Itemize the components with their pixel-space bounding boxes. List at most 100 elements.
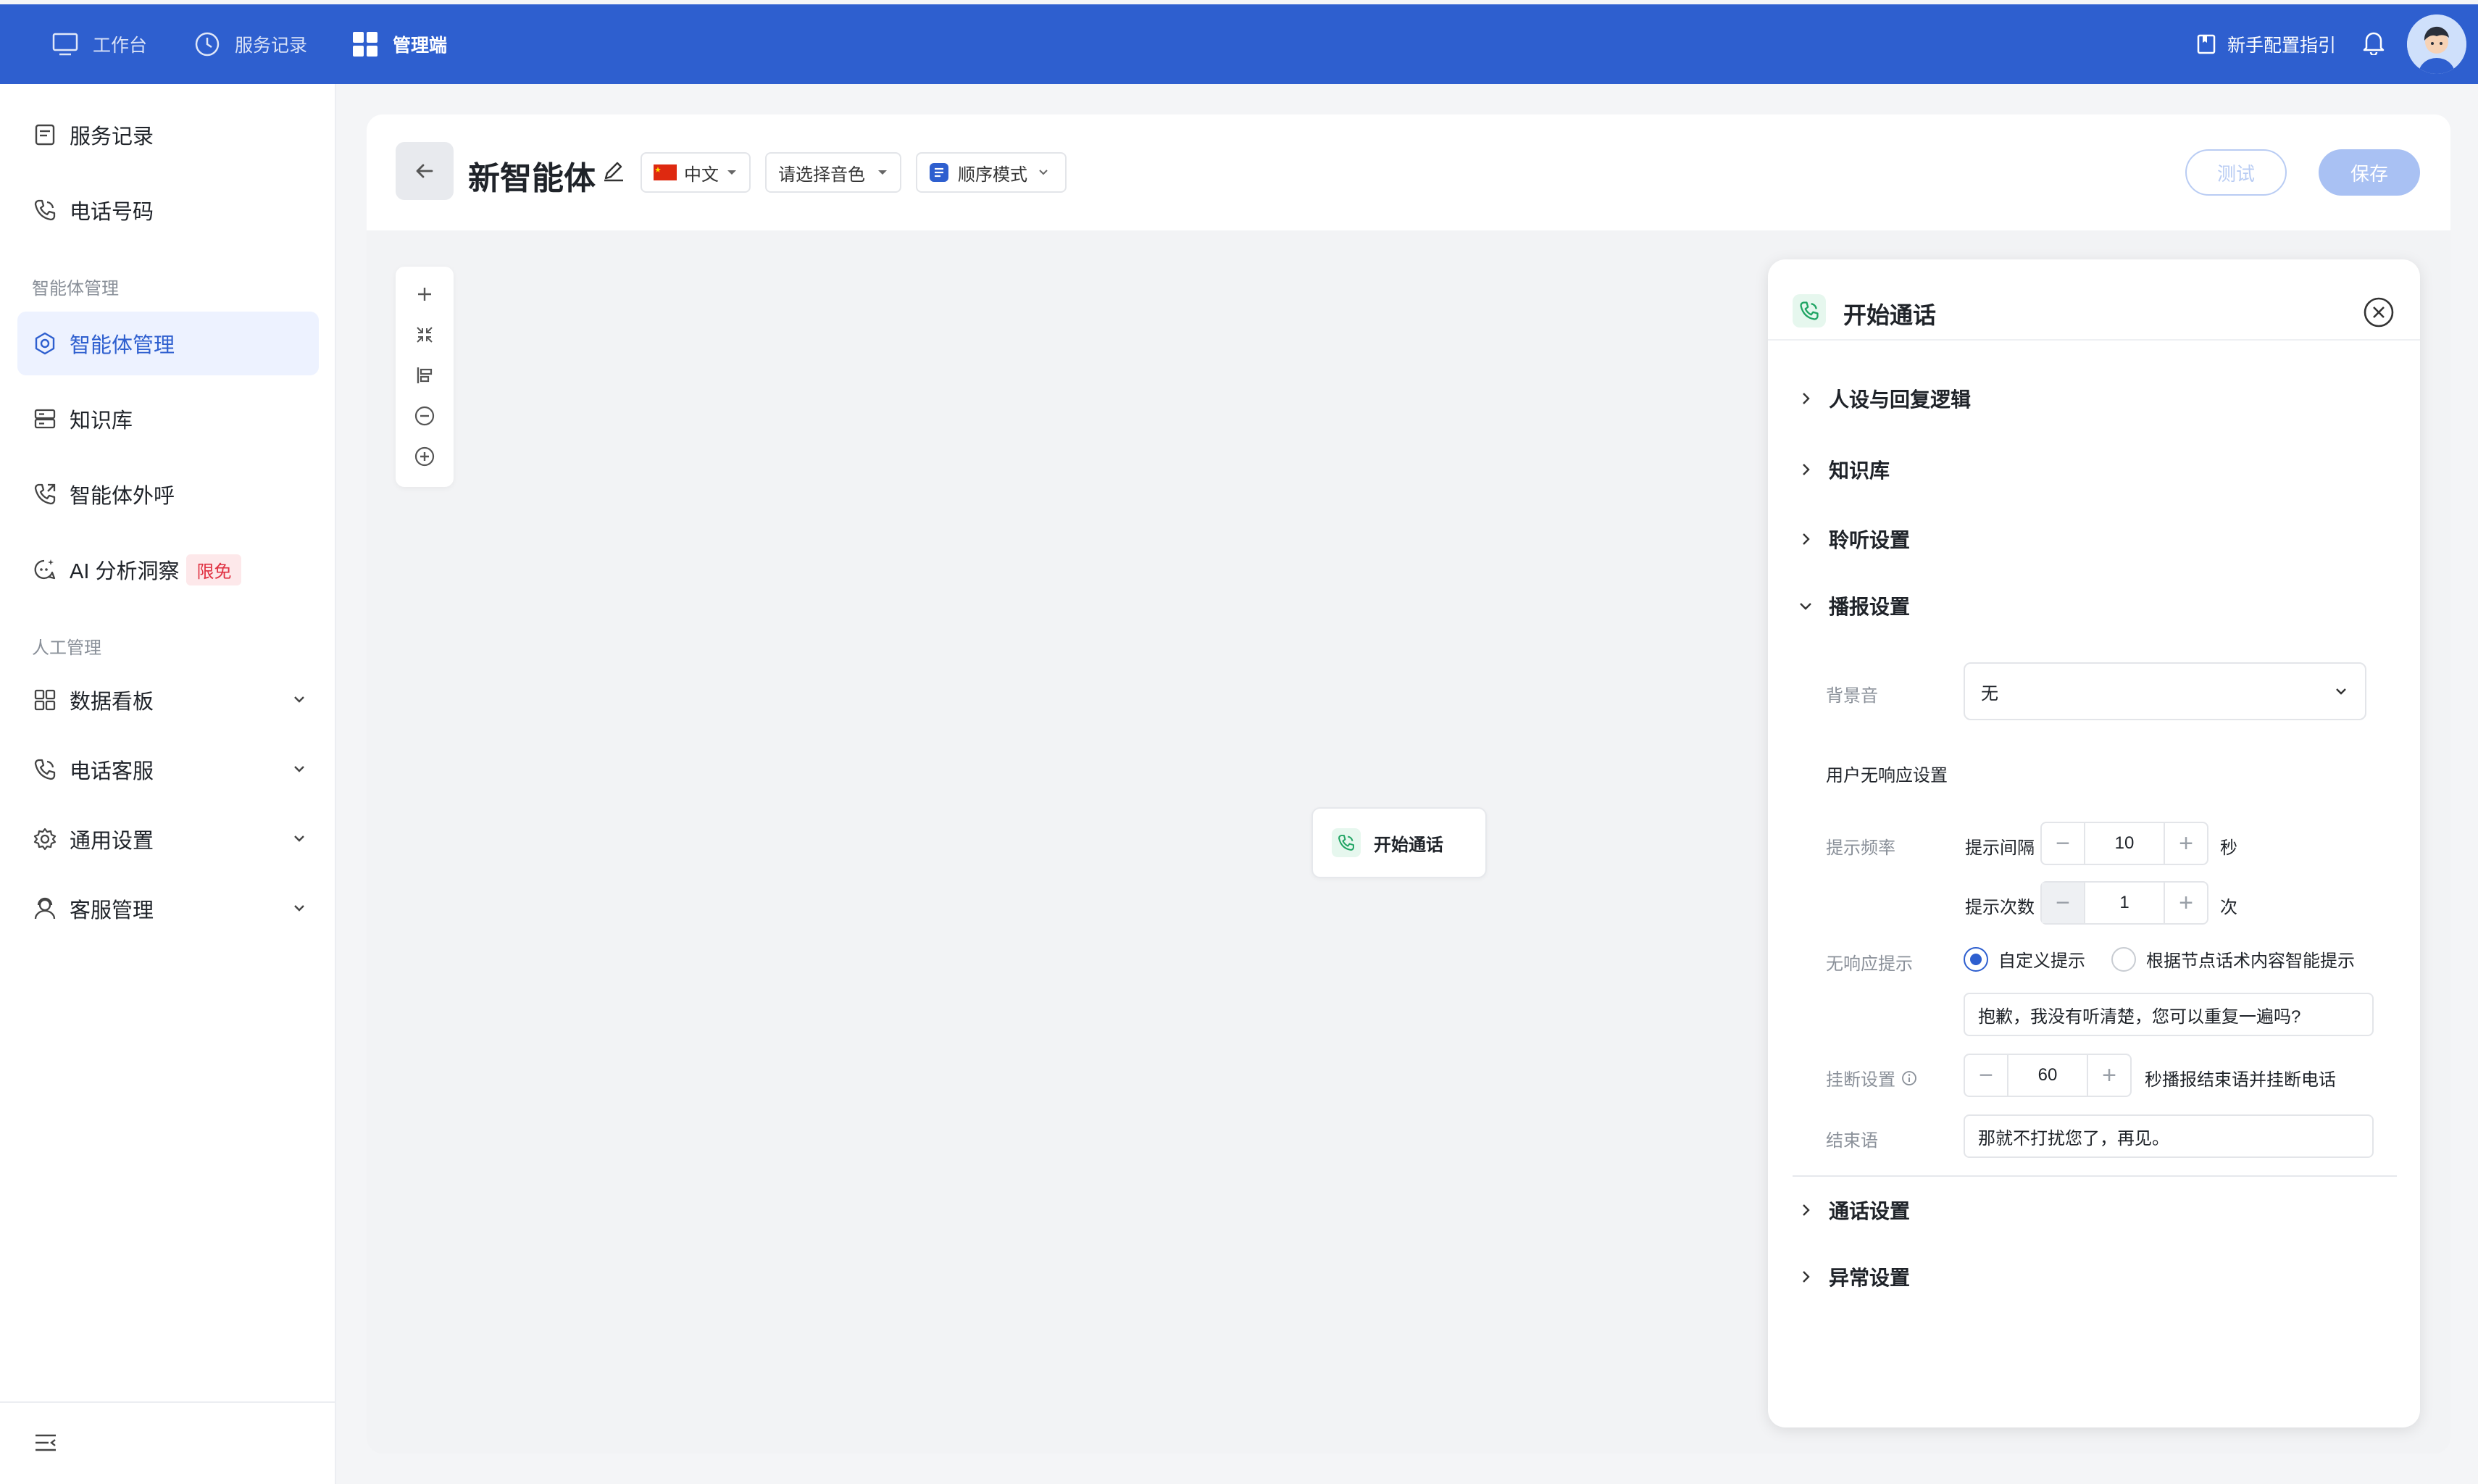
- topbar-item-service-records[interactable]: 服务记录: [193, 4, 307, 84]
- close-icon[interactable]: [2362, 296, 2395, 329]
- radio-smart[interactable]: 根据节点话术内容智能提示: [2111, 946, 2355, 972]
- add-node-icon[interactable]: [410, 280, 439, 309]
- section-listen[interactable]: 聆听设置: [1798, 517, 1910, 561]
- language-select[interactable]: 中文: [641, 152, 751, 193]
- clock-icon: [193, 30, 222, 59]
- fit-view-icon[interactable]: [410, 320, 439, 349]
- arrow-left-icon: [412, 159, 437, 183]
- grid-icon: [351, 30, 380, 59]
- sidebar-item-knowledge-base[interactable]: 知识库: [17, 387, 319, 451]
- panel-title: 开始通话: [1843, 302, 1937, 328]
- dashboard-icon: [32, 687, 58, 713]
- list-order-icon: [929, 162, 949, 183]
- chevron-right-icon: [1798, 1203, 1813, 1217]
- minus-button[interactable]: −: [2042, 883, 2084, 923]
- voice-select[interactable]: 请选择音色: [765, 152, 901, 193]
- bell-icon[interactable]: [2362, 29, 2385, 55]
- avatar[interactable]: [2407, 14, 2466, 74]
- document-icon: [32, 122, 58, 148]
- section-label: 通话设置: [1829, 1200, 1911, 1222]
- topbar-item-admin[interactable]: 管理端: [351, 4, 447, 84]
- ending-input[interactable]: 那就不打扰您了，再见。: [1964, 1114, 2374, 1158]
- chevron-down-icon: [1038, 168, 1049, 177]
- headset-user-icon: [32, 896, 58, 922]
- section-knowledge[interactable]: 知识库: [1798, 448, 1890, 491]
- section-label: 知识库: [1829, 459, 1890, 482]
- chevron-down-icon: [290, 829, 309, 848]
- section-exception[interactable]: 异常设置: [1798, 1255, 1910, 1298]
- free-badge: 限免: [186, 554, 242, 585]
- ai-chat-icon: [32, 556, 58, 583]
- sidebar-item-dashboard[interactable]: 数据看板: [17, 668, 319, 732]
- plus-button[interactable]: +: [2165, 823, 2207, 864]
- panel-section-divider: [1793, 1175, 2397, 1177]
- phone-icon: [32, 197, 58, 223]
- radio-button-checked[interactable]: [1964, 946, 1988, 972]
- hangup-stepper[interactable]: − 60 +: [1964, 1054, 2132, 1097]
- canvas-toolbox: [396, 267, 454, 487]
- section-call[interactable]: 通话设置: [1798, 1188, 1910, 1232]
- ending-label: 结束语: [1826, 1131, 1878, 1151]
- collapse-sidebar-icon[interactable]: [33, 1432, 58, 1454]
- sidebar-item-agent-staff[interactable]: 客服管理: [17, 877, 319, 941]
- radio-smart-label: 根据节点话术内容智能提示: [2146, 951, 2355, 971]
- section-persona[interactable]: 人设与回复逻辑: [1798, 377, 1971, 420]
- info-icon[interactable]: [1901, 1070, 1917, 1086]
- sidebar-item-label: 智能体管理: [70, 334, 175, 357]
- section-broadcast[interactable]: 播报设置: [1798, 584, 1910, 628]
- mode-select[interactable]: 顺序模式: [916, 152, 1067, 193]
- sidebar-item-label: 知识库: [70, 409, 133, 433]
- chevron-right-icon: [1798, 532, 1813, 546]
- database-icon: [32, 406, 58, 432]
- chevron-right-icon: [1798, 1270, 1813, 1284]
- new-user-guide-button[interactable]: 新手配置指引: [2195, 4, 2336, 84]
- no-response-prompt-input[interactable]: 抱歉，我没有听清楚，您可以重复一遍吗?: [1964, 993, 2374, 1036]
- sidebar-item-label: 电话号码: [70, 201, 154, 224]
- zoom-in-icon[interactable]: [410, 442, 439, 471]
- china-flag-icon: [654, 164, 677, 180]
- count-stepper[interactable]: − 1 +: [2040, 881, 2208, 925]
- interval-value[interactable]: 10: [2084, 823, 2165, 864]
- mode-value: 顺序模式: [958, 164, 1027, 185]
- node-label: 开始通话: [1374, 835, 1443, 855]
- sidebar-item-phone-numbers[interactable]: 电话号码: [17, 178, 319, 242]
- sidebar-item-ai-insights[interactable]: AI 分析洞察 限免: [17, 538, 319, 601]
- chevron-down-icon: [1798, 599, 1813, 613]
- chevron-down-icon: [290, 899, 309, 917]
- bg-sound-select[interactable]: 无: [1964, 662, 2366, 720]
- monitor-icon: [51, 30, 80, 59]
- sidebar-item-agent-outbound[interactable]: 智能体外呼: [17, 462, 319, 526]
- sidebar-item-label: 通用设置: [70, 830, 154, 853]
- radio-button[interactable]: [2111, 946, 2136, 972]
- minus-button[interactable]: −: [1965, 1055, 2007, 1096]
- sidebar-item-label: 电话客服: [70, 760, 154, 783]
- back-button[interactable]: [396, 142, 454, 200]
- test-button[interactable]: 测试: [2185, 149, 2287, 196]
- interval-stepper[interactable]: − 10 +: [2040, 822, 2208, 865]
- sidebar-group-manual-label: 人工管理: [32, 638, 101, 658]
- plus-button[interactable]: +: [2165, 883, 2207, 923]
- bg-sound-label: 背景音: [1826, 686, 1878, 706]
- sidebar-footer-divider: [0, 1401, 336, 1403]
- start-call-node[interactable]: 开始通话: [1311, 807, 1487, 878]
- edit-icon[interactable]: [601, 158, 626, 183]
- radio-custom[interactable]: 自定义提示: [1964, 946, 2085, 972]
- sidebar-item-agent-management[interactable]: 智能体管理: [17, 312, 319, 375]
- sidebar-item-general-settings[interactable]: 通用设置: [17, 807, 319, 871]
- sidebar-item-label: 数据看板: [70, 691, 154, 714]
- sidebar-item-phone-service[interactable]: 电话客服: [17, 738, 319, 801]
- bg-sound-value: 无: [1981, 683, 1998, 704]
- zoom-out-icon[interactable]: [410, 401, 439, 430]
- sidebar-item-label: AI 分析洞察: [70, 560, 180, 583]
- topbar-item-workbench[interactable]: 工作台: [51, 4, 147, 84]
- count-value[interactable]: 1: [2084, 883, 2165, 923]
- gear-icon: [32, 826, 58, 852]
- minus-button[interactable]: −: [2042, 823, 2084, 864]
- sidebar-item-service-records[interactable]: 服务记录: [17, 103, 319, 167]
- freq-label: 提示频率: [1826, 838, 1895, 858]
- align-left-icon[interactable]: [410, 361, 439, 390]
- hangup-value[interactable]: 60: [2007, 1055, 2088, 1096]
- plus-button[interactable]: +: [2088, 1055, 2130, 1096]
- save-button[interactable]: 保存: [2319, 149, 2420, 196]
- caret-down-icon: [726, 168, 738, 177]
